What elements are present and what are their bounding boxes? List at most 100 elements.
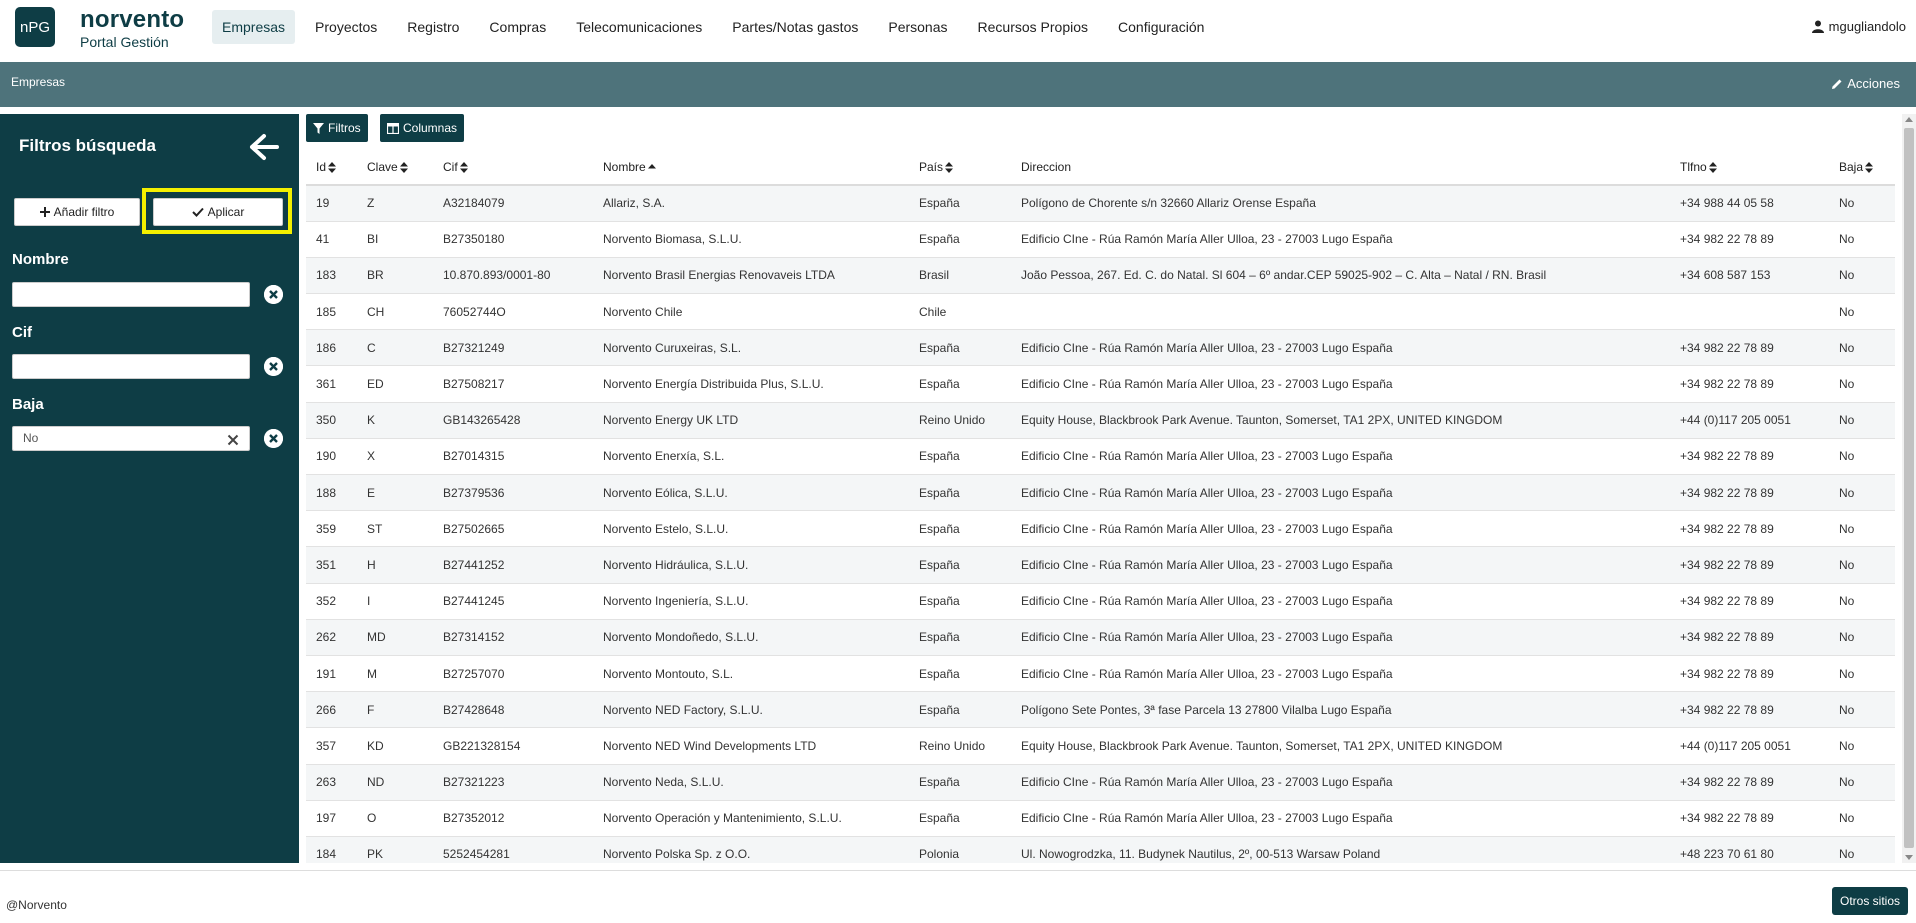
nav-item-personas[interactable]: Personas: [878, 10, 957, 44]
table-cell: España: [909, 800, 1011, 837]
table-cell: No: [1829, 438, 1895, 476]
nav-item-registro[interactable]: Registro: [397, 10, 469, 44]
table-cell: Polígono Sete Pontes, 3ª fase Parcela 13…: [1011, 691, 1670, 729]
scrollbar-thumb[interactable]: [1904, 128, 1914, 848]
nav-item-proyectos[interactable]: Proyectos: [305, 10, 387, 44]
user-menu[interactable]: mgugliandolo: [1811, 19, 1906, 34]
column-header-label: Cif: [443, 160, 458, 174]
sort-icon[interactable]: [1865, 162, 1874, 174]
table-cell: MD: [357, 619, 433, 656]
table-row[interactable]: 350 K GB143265428 Norvento Energy UK LTD Rei…: [306, 402, 1895, 439]
table-row[interactable]: 183 BR 10.870.893/0001-80 Norvento Brasil E…: [306, 257, 1895, 295]
columns-button[interactable]: Columnas: [380, 114, 465, 142]
table-cell: B27508217: [433, 365, 593, 403]
brand[interactable]: norvento Portal Gestión: [80, 8, 184, 51]
table-row[interactable]: 191 M B27257070 Norvento Montouto, S.L. Espa…: [306, 655, 1895, 693]
table-row[interactable]: 351 H B27441252 Norvento Hidráulica, S.L.U.…: [306, 546, 1895, 584]
table-row[interactable]: 190 X B27014315 Norvento Enerxía, S.L. Españ…: [306, 438, 1895, 476]
nav-item-compras[interactable]: Compras: [479, 10, 556, 44]
table-cell: I: [357, 583, 433, 620]
table-row[interactable]: 359 ST B27502665 Norvento Estelo, S.L.U. Esp…: [306, 510, 1895, 548]
column-header-direccion[interactable]: Direccion: [1011, 150, 1670, 186]
table-cell: KD: [357, 727, 433, 765]
table-cell: BR: [357, 257, 433, 295]
table-row[interactable]: 19 Z A32184079 Allariz, S.A. España Polígono …: [306, 185, 1895, 222]
filter-input-cif[interactable]: [12, 354, 250, 379]
sort-icon[interactable]: [328, 162, 337, 174]
remove-filter-baja-button[interactable]: [264, 429, 283, 448]
table-cell: España: [909, 329, 1011, 367]
nav-item-empresas[interactable]: Empresas: [212, 10, 296, 44]
table-row[interactable]: 357 KD GB221328154 Norvento NED Wind Develo…: [306, 727, 1895, 765]
table-row[interactable]: 361 ED B27508217 Norvento Energía Distribui…: [306, 365, 1895, 403]
sort-ascending-icon[interactable]: [647, 162, 656, 173]
table-cell: Norvento Polska Sp. z O.O.: [593, 836, 909, 863]
table-cell: +44 (0)117 205 0051: [1670, 727, 1829, 765]
remove-filter-nombre-button[interactable]: [264, 285, 283, 304]
column-header-tlfno[interactable]: Tlfno: [1670, 150, 1829, 186]
nav-item-telecomunicaciones[interactable]: Telecomunicaciones: [566, 10, 712, 44]
other-sites-button[interactable]: Otros sitios: [1831, 887, 1908, 915]
table-row[interactable]: 352 I B27441245 Norvento Ingeniería, S.L.U.…: [306, 583, 1895, 620]
sort-icon[interactable]: [1708, 162, 1717, 174]
table-cell: BI: [357, 221, 433, 258]
table-cell: B27350180: [433, 221, 593, 258]
table-row[interactable]: 266 F B27428648 Norvento NED Factory, S.L.U…: [306, 691, 1895, 729]
remove-filter-cif-button[interactable]: [264, 357, 283, 376]
table-row[interactable]: 184 PK 5252454281 Norvento Polska Sp. z O.O…: [306, 836, 1895, 863]
column-header-nombre[interactable]: Nombre: [593, 150, 909, 186]
table-cell: +34 982 22 78 89: [1670, 583, 1829, 620]
column-header-baja[interactable]: Baja: [1829, 150, 1895, 186]
table-row[interactable]: 263 ND B27321223 Norvento Neda, S.L.U. Españ…: [306, 764, 1895, 801]
table-cell: 191: [306, 655, 357, 693]
table-row[interactable]: 185 CH 76052744O Norvento Chile Chile No: [306, 293, 1895, 331]
column-header-pa-s[interactable]: País: [909, 150, 1011, 186]
sort-icon[interactable]: [399, 162, 408, 174]
table-cell: +34 608 587 153: [1670, 257, 1829, 295]
clear-selection-button[interactable]: [227, 431, 239, 454]
actions-button[interactable]: Acciones: [1831, 76, 1900, 91]
table-cell: 41: [306, 221, 357, 258]
vertical-scrollbar[interactable]: [1902, 114, 1916, 863]
nav-item-configuraci-n[interactable]: Configuración: [1108, 10, 1214, 44]
table-cell: +34 982 22 78 89: [1670, 438, 1829, 476]
companies-table: Id Clave Cif Nombre País Direccion Tlfno Baja 1…: [306, 150, 1895, 863]
table-cell: Norvento NED Wind Developments LTD: [593, 727, 909, 765]
column-header-label: Nombre: [603, 160, 646, 174]
collapse-sidebar-button[interactable]: [248, 133, 280, 161]
column-header-id[interactable]: Id: [306, 150, 357, 186]
sort-icon[interactable]: [945, 162, 954, 174]
table-cell: PK: [357, 836, 433, 863]
filters-toggle-button[interactable]: Filtros: [306, 114, 368, 142]
table-cell: No: [1829, 546, 1895, 584]
table-cell: No: [1829, 619, 1895, 656]
apply-button[interactable]: Aplicar: [153, 198, 283, 226]
table-row[interactable]: 188 E B27379536 Norvento Eólica, S.L.U. Espa…: [306, 474, 1895, 512]
table-cell: Norvento Hidráulica, S.L.U.: [593, 546, 909, 584]
table-row[interactable]: 197 O B27352012 Norvento Operación y Manten…: [306, 800, 1895, 837]
sort-icon[interactable]: [459, 162, 468, 174]
scroll-up-icon[interactable]: [1905, 117, 1913, 122]
table-cell: Norvento Chile: [593, 293, 909, 331]
column-header-cif[interactable]: Cif: [433, 150, 593, 186]
table-cell: Chile: [909, 293, 1011, 331]
scroll-down-icon[interactable]: [1905, 855, 1913, 860]
table-cell: Edificio CIne - Rúa Ramón María Aller Ul…: [1011, 800, 1670, 837]
table-row[interactable]: 186 C B27321249 Norvento Curuxeiras, S.L. Es…: [306, 329, 1895, 367]
table-row[interactable]: 41 BI B27350180 Norvento Biomasa, S.L.U. Esp…: [306, 221, 1895, 258]
nav-item-partes-notas-gastos[interactable]: Partes/Notas gastos: [722, 10, 868, 44]
table-cell: 197: [306, 800, 357, 837]
app-logo[interactable]: nPG: [15, 7, 55, 47]
table-cell: 361: [306, 365, 357, 403]
table-row[interactable]: 262 MD B27314152 Norvento Mondoñedo, S.L.U.…: [306, 619, 1895, 656]
table-cell: No: [1829, 257, 1895, 295]
column-header-clave[interactable]: Clave: [357, 150, 433, 186]
table-cell: No: [1829, 655, 1895, 693]
table-cell: ST: [357, 510, 433, 548]
nav-item-recursos-propios[interactable]: Recursos Propios: [968, 10, 1099, 44]
table-cell: España: [909, 619, 1011, 656]
table-cell: Norvento Eólica, S.L.U.: [593, 474, 909, 512]
filter-input-nombre[interactable]: [12, 282, 250, 307]
filter-select-baja[interactable]: No: [12, 426, 250, 451]
add-filter-button[interactable]: Añadir filtro: [14, 198, 140, 226]
